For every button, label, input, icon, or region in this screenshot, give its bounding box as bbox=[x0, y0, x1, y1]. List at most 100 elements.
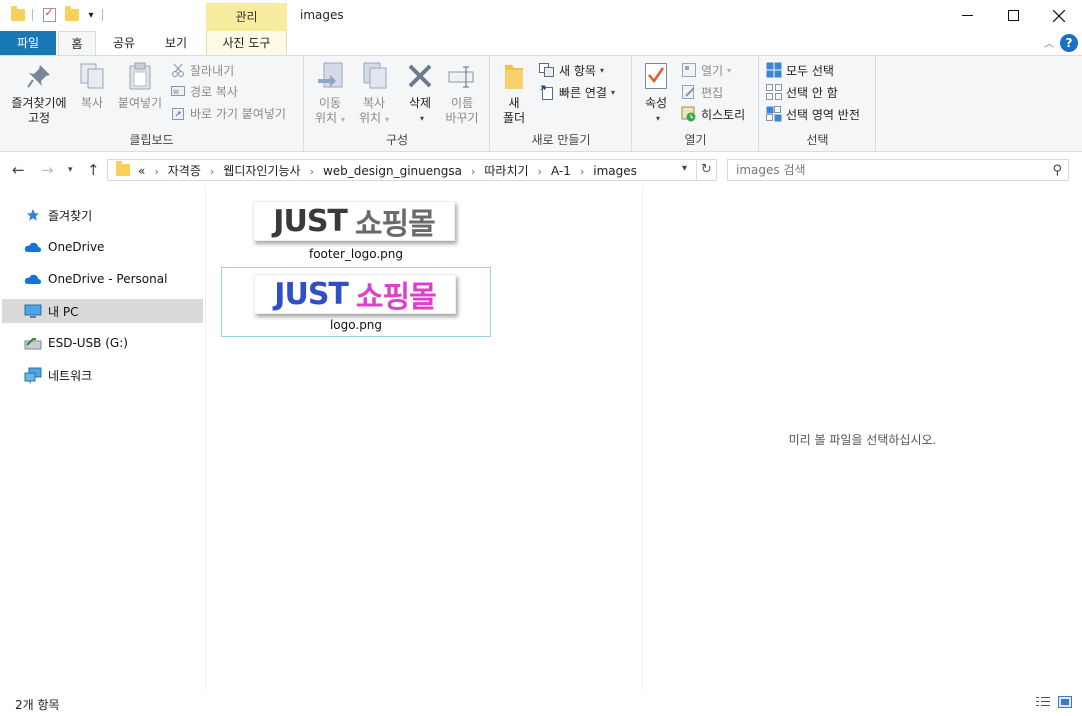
tab-photo-tools[interactable]: 사진 도구 bbox=[206, 31, 287, 55]
breadcrumb-separator-icon[interactable]: › bbox=[580, 165, 584, 178]
clipboard-group-label: 클립보드 bbox=[129, 133, 174, 147]
nav-item-network[interactable]: 네트워크 bbox=[2, 363, 203, 387]
history-button[interactable]: 히스토리 bbox=[681, 104, 745, 124]
paste-button[interactable]: 붙여넣기 bbox=[114, 60, 166, 111]
new-group-label: 새로 만들기 bbox=[531, 133, 591, 147]
select-none-button[interactable]: 선택 안 함 bbox=[766, 82, 838, 102]
address-bar[interactable]: « › 자격증 › 웹디자인기능사 › web_design_ginuengsa › 따라치기 ›… bbox=[107, 159, 697, 181]
breadcrumb-separator-icon[interactable]: › bbox=[310, 165, 314, 178]
breadcrumb-separator-icon[interactable]: › bbox=[154, 165, 158, 178]
new-group: 새 폴더 새 항목 ▾ 빠른 연결 ▾ 새로 만들기 bbox=[491, 56, 632, 152]
delete-button[interactable]: 삭제 ▾ bbox=[403, 60, 437, 126]
select-all-icon bbox=[766, 62, 782, 78]
computer-icon bbox=[24, 303, 42, 319]
recent-locations-icon[interactable]: ▾ bbox=[68, 165, 73, 175]
rename-button[interactable]: 이름 바꾸기 bbox=[441, 60, 483, 126]
select-all-button[interactable]: 모두 선택 bbox=[766, 60, 834, 80]
back-button[interactable]: ← bbox=[12, 161, 25, 179]
navigation-pane: 즐겨찾기 OneDrive OneDrive - Personal 내 PC E… bbox=[0, 187, 206, 690]
address-dropdown-icon[interactable]: ▾ bbox=[682, 163, 687, 174]
image-thumbnail: JUST 쇼핑몰 bbox=[253, 201, 455, 242]
ribbon-tabs: 파일 홈 공유 보기 사진 도구 ︿ ? bbox=[0, 31, 1082, 56]
open-icon bbox=[681, 62, 697, 78]
breadcrumb-separator-icon[interactable]: › bbox=[210, 165, 214, 178]
delete-caret-icon[interactable]: ▾ bbox=[420, 111, 424, 126]
folder-icon bbox=[114, 161, 132, 178]
breadcrumb-item[interactable]: images bbox=[593, 164, 637, 178]
nav-item-onedrive[interactable]: OneDrive bbox=[2, 235, 203, 259]
svg-text:W: W bbox=[173, 89, 179, 96]
file-item-footer-logo[interactable]: JUST 쇼핑몰 footer_logo.png bbox=[221, 195, 491, 265]
help-icon[interactable]: ? bbox=[1060, 34, 1078, 52]
file-name: logo.png bbox=[329, 318, 383, 332]
open-button[interactable]: 열기 ▾ bbox=[681, 60, 731, 80]
address-row: ← → ▾ ↑ « › 자격증 › 웹디자인기능사 › web_design_ginueng… bbox=[0, 153, 1082, 187]
move-to-button[interactable]: 이동 위치 ▾ bbox=[309, 60, 351, 127]
clipboard-group: 즐겨찾기에 고정 복사 붙여넣기 잘라내기 W 경로 복사 바로 가기 붙여넣기 bbox=[0, 56, 304, 152]
window-title: images bbox=[300, 8, 344, 22]
file-item-logo[interactable]: JUST 쇼핑몰 logo.png bbox=[221, 267, 491, 337]
refresh-button[interactable]: ↻ bbox=[697, 159, 717, 181]
properties-caret-icon[interactable]: ▾ bbox=[656, 111, 660, 126]
easy-access-button[interactable]: 빠른 연결 ▾ bbox=[539, 82, 615, 102]
usb-drive-icon bbox=[24, 335, 42, 351]
invert-selection-button[interactable]: 선택 영역 반전 bbox=[766, 104, 860, 124]
details-view-icon[interactable] bbox=[1036, 696, 1050, 708]
title-bar: ▾ 관리 images bbox=[0, 0, 1082, 31]
breadcrumb-item[interactable]: 자격증 bbox=[168, 164, 201, 178]
breadcrumb: « › 자격증 › 웹디자인기능사 › web_design_ginuengsa › 따라치기 ›… bbox=[138, 162, 637, 179]
tab-view[interactable]: 보기 bbox=[152, 31, 200, 55]
properties-button[interactable]: 속성 ▾ bbox=[641, 60, 671, 126]
separator bbox=[32, 9, 33, 21]
breadcrumb-item[interactable]: A-1 bbox=[551, 164, 571, 178]
large-icons-view-icon[interactable] bbox=[1058, 696, 1072, 708]
nav-item-this-pc[interactable]: 내 PC bbox=[2, 299, 203, 323]
pin-to-quick-access-button[interactable]: 즐겨찾기에 고정 bbox=[6, 60, 72, 126]
file-list: JUST 쇼핑몰 footer_logo.png JUST 쇼핑몰 logo.p… bbox=[207, 187, 642, 690]
new-folder-button[interactable]: 새 폴더 bbox=[499, 60, 529, 126]
new-folder-quick-icon[interactable] bbox=[64, 6, 80, 24]
properties-check-icon bbox=[640, 60, 672, 92]
pin-icon bbox=[23, 60, 55, 92]
invert-selection-icon bbox=[766, 106, 782, 122]
nav-item-quick-access[interactable]: 즐겨찾기 bbox=[2, 203, 203, 227]
move-to-icon bbox=[314, 60, 346, 92]
properties-quick-icon[interactable] bbox=[41, 6, 57, 24]
copy-to-icon bbox=[358, 60, 390, 92]
copy-path-button[interactable]: W 경로 복사 bbox=[170, 81, 238, 101]
open-group: 속성 ▾ 열기 ▾ 편집 히스토리 열기 bbox=[633, 56, 759, 152]
breadcrumb-separator-icon[interactable]: › bbox=[471, 165, 475, 178]
customize-quick-access-icon[interactable]: ▾ bbox=[85, 6, 97, 24]
up-button[interactable]: ↑ bbox=[87, 161, 100, 179]
breadcrumb-item[interactable]: web_design_ginuengsa bbox=[323, 164, 462, 178]
search-input[interactable]: images 검색 ⚲ bbox=[727, 159, 1069, 181]
breadcrumb-overflow[interactable]: « bbox=[138, 164, 145, 178]
collapse-ribbon-icon[interactable]: ︿ bbox=[1044, 35, 1054, 50]
copy-to-button[interactable]: 복사 위치 ▾ bbox=[353, 60, 395, 127]
scissors-icon bbox=[170, 62, 186, 78]
maximize-button[interactable] bbox=[990, 0, 1036, 31]
new-folder-icon bbox=[498, 60, 530, 92]
organize-group-label: 구성 bbox=[385, 133, 409, 147]
cut-button[interactable]: 잘라내기 bbox=[170, 60, 234, 80]
breadcrumb-separator-icon[interactable]: › bbox=[538, 165, 542, 178]
copy-button[interactable]: 복사 bbox=[76, 60, 108, 111]
new-item-button[interactable]: 새 항목 ▾ bbox=[539, 60, 604, 80]
select-group-label: 선택 bbox=[806, 133, 829, 147]
breadcrumb-item[interactable]: 따라치기 bbox=[484, 164, 528, 178]
minimize-button[interactable] bbox=[944, 0, 990, 31]
paste-shortcut-button[interactable]: 바로 가기 붙여넣기 bbox=[170, 103, 286, 123]
breadcrumb-item[interactable]: 웹디자인기능사 bbox=[223, 164, 300, 178]
tab-share[interactable]: 공유 bbox=[103, 31, 145, 55]
folder-icon bbox=[10, 6, 26, 24]
paste-label: 붙여넣기 bbox=[117, 96, 163, 110]
easy-access-icon bbox=[539, 84, 555, 100]
nav-item-onedrive-personal[interactable]: OneDrive - Personal bbox=[2, 267, 203, 291]
open-group-label: 열기 bbox=[684, 133, 707, 147]
nav-item-usb-drive[interactable]: ESD-USB (G:) bbox=[2, 331, 203, 355]
close-button[interactable] bbox=[1036, 0, 1082, 31]
edit-button[interactable]: 편집 bbox=[681, 82, 723, 102]
tab-file[interactable]: 파일 bbox=[0, 31, 56, 55]
tab-home[interactable]: 홈 bbox=[58, 31, 96, 56]
forward-button[interactable]: → bbox=[41, 161, 54, 179]
